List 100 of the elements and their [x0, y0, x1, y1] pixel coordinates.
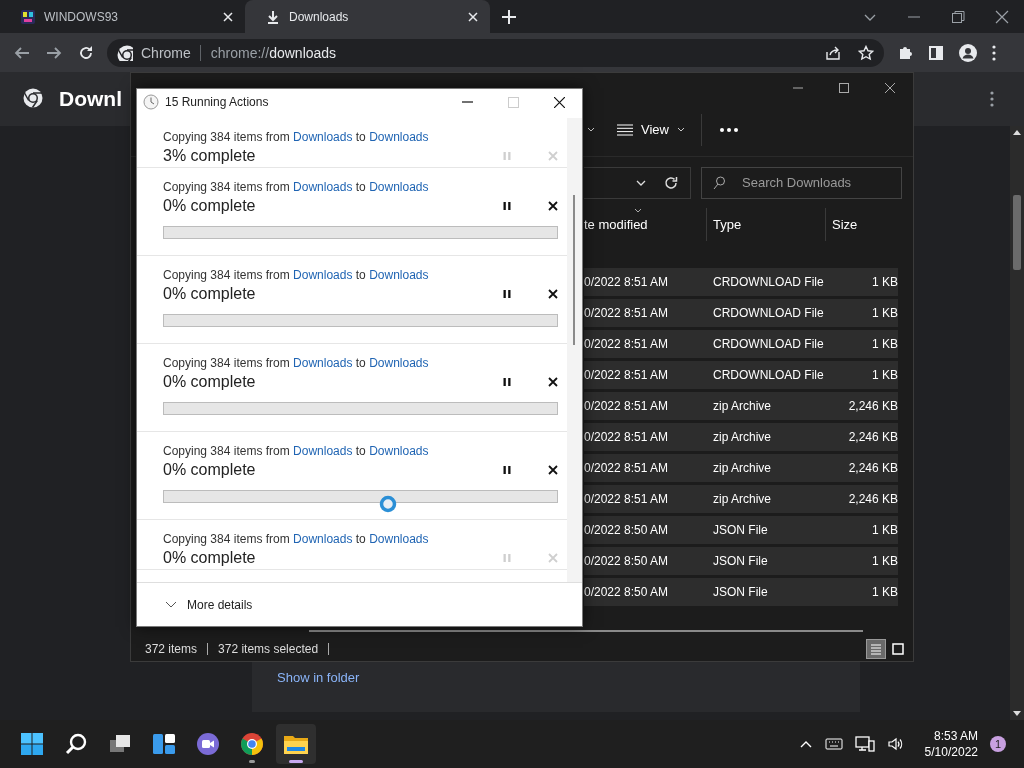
lines-icon — [617, 123, 633, 136]
column-header[interactable]: Size — [826, 208, 898, 241]
new-tab-icon[interactable] — [502, 9, 516, 24]
widgets-icon — [152, 732, 176, 756]
cancel-icon[interactable] — [548, 201, 558, 211]
table-cell-text: 2,246 KB — [847, 492, 898, 506]
close-icon[interactable] — [885, 83, 895, 93]
notification-badge[interactable]: 1 — [990, 736, 1006, 752]
chevron-icon[interactable] — [587, 126, 595, 133]
file-row[interactable]: 0/2022 8:51 AM CRDOWNLOAD File 1 KB — [584, 330, 898, 358]
progress-label: 0% complete — [163, 285, 257, 303]
menu-icon[interactable] — [992, 44, 996, 61]
cancel-icon[interactable] — [548, 465, 558, 475]
keyboard-icon[interactable] — [824, 737, 843, 751]
close-icon[interactable] — [553, 96, 565, 108]
file-row[interactable]: 0/2022 8:50 AM JSON File 1 KB — [584, 578, 898, 606]
file-row[interactable]: 0/2022 8:51 AM zip Archive 2,246 KB — [584, 423, 898, 451]
network-icon[interactable] — [854, 735, 875, 753]
chevron-icon[interactable] — [636, 179, 646, 186]
star-icon[interactable] — [858, 44, 874, 61]
file-row[interactable]: 0/2022 8:51 AM zip Archive 2,246 KB — [584, 485, 898, 513]
close-icon[interactable] — [994, 8, 1010, 25]
table-cell-text: 1 KB — [871, 337, 898, 351]
selection-count: 372 items selected — [208, 642, 330, 655]
address-field[interactable]: Chrome chrome://downloads — [107, 38, 884, 67]
file-row[interactable]: 0/2022 8:50 AM JSON File 1 KB — [584, 547, 898, 575]
operation-description: Copying 384 items from Downloads to Downloads — [163, 179, 430, 195]
folder-link[interactable]: Downloads — [369, 180, 429, 194]
scroll-down-icon[interactable] — [1013, 711, 1021, 716]
column-header[interactable]: te modified — [584, 208, 707, 241]
view-toggle[interactable] — [866, 638, 886, 659]
table-cell-text: 1 KB — [871, 585, 898, 599]
clock-date: 5/10/2022 — [924, 744, 978, 760]
site-chip[interactable]: Chrome — [117, 44, 201, 61]
clock[interactable]: 8:53 AM 5/10/2022 — [924, 728, 978, 760]
table-cell-text: zip Archive — [713, 399, 773, 413]
taskbar-button[interactable] — [276, 724, 316, 764]
table-cell-text: JSON File — [713, 523, 769, 537]
table-cell: CRDOWNLOAD File — [713, 337, 823, 351]
restore-icon[interactable] — [950, 8, 966, 25]
back-icon[interactable] — [14, 44, 30, 61]
item-count: 372 items — [145, 642, 209, 655]
table-cell: CRDOWNLOAD File — [713, 368, 823, 382]
scrollbar[interactable] — [567, 118, 582, 582]
browser-tab[interactable]: WINDOWS93 — [0, 0, 245, 33]
puzzle-icon[interactable] — [897, 44, 913, 61]
table-cell-text: 0/2022 8:51 AM — [584, 492, 670, 506]
busy-cursor-icon — [379, 495, 397, 513]
table-cell-text: 0/2022 8:51 AM — [584, 368, 670, 382]
table-cell-text: 2,246 KB — [847, 399, 898, 413]
file-row[interactable]: 0/2022 8:51 AM CRDOWNLOAD File 1 KB — [584, 361, 898, 389]
address-bar[interactable] — [584, 166, 691, 199]
more-icon[interactable] — [719, 127, 738, 132]
folder-link[interactable]: Downloads — [369, 268, 429, 282]
show-in-folder-link[interactable]: Show in folder — [277, 670, 360, 685]
pause-icon[interactable] — [502, 465, 512, 475]
pause-icon[interactable] — [502, 201, 512, 211]
folder-link[interactable]: Downloads — [369, 444, 429, 458]
progress-label: 0% complete — [163, 373, 257, 391]
share-icon[interactable] — [825, 44, 841, 61]
cancel-icon[interactable] — [548, 377, 558, 387]
file-row[interactable]: 0/2022 8:50 AM JSON File 1 KB — [584, 516, 898, 544]
forward-icon[interactable] — [46, 44, 62, 61]
volume-icon[interactable] — [886, 736, 905, 752]
folder-link[interactable]: Downloads — [369, 356, 429, 370]
clock-icon — [143, 94, 159, 110]
reload-icon[interactable] — [78, 44, 94, 61]
scrollbar[interactable] — [1010, 126, 1024, 720]
chrome-logo-icon — [117, 44, 133, 61]
horizontal-scrollbar[interactable] — [309, 630, 863, 632]
search-icon — [64, 732, 88, 756]
browser-tab[interactable]: Downloads — [245, 0, 490, 33]
table-cell: CRDOWNLOAD File — [713, 275, 823, 289]
profile-icon[interactable] — [959, 43, 977, 62]
file-row[interactable]: 0/2022 8:51 AM zip Archive 2,246 KB — [584, 454, 898, 482]
tiles-view-icon — [891, 641, 905, 656]
scrollbar-thumb[interactable] — [1013, 195, 1021, 270]
folder-link[interactable]: Downloads — [293, 180, 353, 194]
more-details-button[interactable]: More details — [165, 597, 253, 612]
pause-icon[interactable] — [502, 289, 512, 299]
menu-icon[interactable] — [990, 91, 994, 107]
folder-link[interactable]: Downloads — [293, 444, 353, 458]
table-cell-text: JSON File — [713, 585, 769, 599]
url-text: chrome://downloads — [210, 44, 338, 61]
view-button[interactable]: View — [617, 113, 702, 146]
column-header[interactable]: Type — [707, 208, 826, 241]
table-cell-text: 0/2022 8:51 AM — [584, 306, 670, 320]
folder-link[interactable]: Downloads — [293, 268, 353, 282]
cancel-icon[interactable] — [548, 289, 558, 299]
maximize-icon[interactable] — [839, 83, 849, 93]
search-field[interactable]: Search Downloads — [701, 166, 902, 199]
folder-link[interactable]: Downloads — [293, 356, 353, 370]
file-row[interactable]: 0/2022 8:51 AM CRDOWNLOAD File 1 KB — [584, 299, 898, 327]
refresh-icon[interactable] — [664, 175, 678, 190]
pause-icon[interactable] — [502, 377, 512, 387]
file-row[interactable]: 0/2022 8:51 AM CRDOWNLOAD File 1 KB — [584, 268, 898, 296]
operation-description: Copying 384 items from Downloads to Downloads — [163, 267, 430, 283]
file-row[interactable]: 0/2022 8:51 AM zip Archive 2,246 KB — [584, 392, 898, 420]
side-panel-icon[interactable] — [928, 44, 944, 61]
scroll-up-icon[interactable] — [1013, 130, 1021, 135]
